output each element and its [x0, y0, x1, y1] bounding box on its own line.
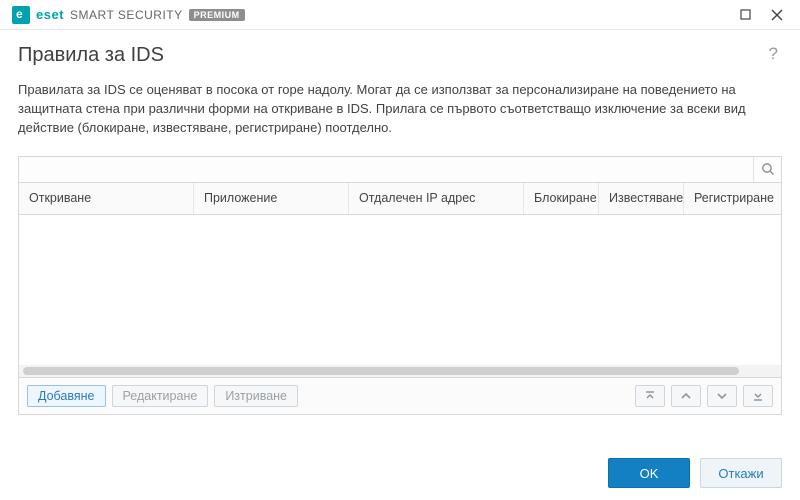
move-bottom-button[interactable]	[743, 385, 773, 407]
move-top-button[interactable]	[635, 385, 665, 407]
table-header: Откриване Приложение Отдалечен IP адрес …	[19, 183, 781, 215]
brand-eset: eset	[36, 7, 64, 22]
help-button[interactable]: ?	[769, 44, 778, 64]
add-button[interactable]: Добавяне	[27, 385, 106, 407]
search-button[interactable]	[753, 157, 781, 182]
page-description: Правилата за IDS се оценяват в посока от…	[18, 81, 782, 138]
chevron-down-icon	[716, 390, 728, 402]
col-remote-ip[interactable]: Отдалечен IP адрес	[349, 183, 524, 214]
col-notify[interactable]: Известяване	[599, 183, 684, 214]
col-detection[interactable]: Откриване	[19, 183, 194, 214]
col-block[interactable]: Блокиране	[524, 183, 599, 214]
titlebar: eset SMART SECURITY PREMIUM	[0, 0, 800, 30]
col-log[interactable]: Регистриране	[684, 183, 781, 214]
search-icon	[761, 162, 775, 176]
content: Правила за IDS Правилата за IDS се оценя…	[0, 30, 800, 415]
maximize-icon	[740, 9, 751, 20]
page-title: Правила за IDS	[18, 44, 782, 67]
ok-button[interactable]: OK	[608, 458, 690, 488]
scrollbar-thumb[interactable]	[23, 367, 739, 375]
brand-product-name: SMART SECURITY	[70, 8, 183, 22]
close-button[interactable]	[762, 3, 792, 27]
window-buttons	[730, 3, 792, 27]
col-application[interactable]: Приложение	[194, 183, 349, 214]
rules-table: Откриване Приложение Отдалечен IP адрес …	[18, 156, 782, 415]
edit-button[interactable]: Редактиране	[112, 385, 209, 407]
brand-logo-icon	[12, 6, 30, 24]
search-row	[19, 157, 781, 183]
move-bottom-icon	[752, 390, 764, 402]
table-actions: Добавяне Редактиране Изтриване	[19, 377, 781, 414]
cancel-button[interactable]: Откажи	[700, 458, 782, 488]
maximize-button[interactable]	[730, 3, 760, 27]
move-down-button[interactable]	[707, 385, 737, 407]
dialog-footer: OK Откажи	[608, 458, 782, 488]
close-icon	[771, 9, 783, 21]
search-input[interactable]	[19, 157, 753, 182]
brand-badge: PREMIUM	[189, 9, 245, 21]
reorder-buttons	[635, 385, 773, 407]
brand: eset SMART SECURITY PREMIUM	[12, 6, 245, 24]
delete-button[interactable]: Изтриване	[214, 385, 298, 407]
move-top-icon	[644, 390, 656, 402]
horizontal-scrollbar[interactable]	[19, 365, 781, 377]
chevron-up-icon	[680, 390, 692, 402]
move-up-button[interactable]	[671, 385, 701, 407]
table-body	[19, 215, 781, 365]
